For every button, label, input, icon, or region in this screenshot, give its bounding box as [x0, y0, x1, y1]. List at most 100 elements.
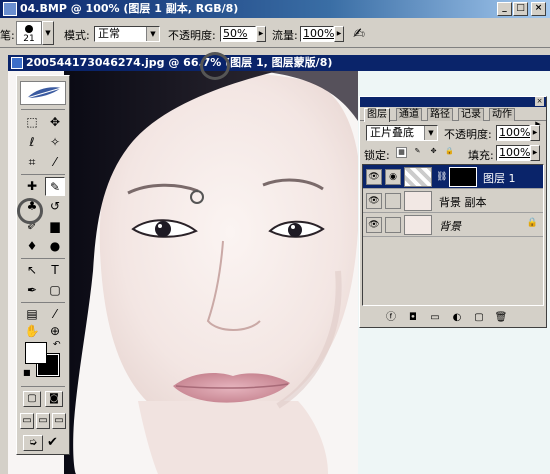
palette-bottom-bar: ⓕ ◘ ▭ ◐ ▢ 🗑 — [362, 310, 544, 326]
tab-paths[interactable]: 路径 — [427, 108, 453, 121]
close-button[interactable]: × — [531, 2, 546, 16]
eye-icon[interactable]: 👁 — [366, 193, 382, 209]
zoom-tool-icon[interactable]: ⊕ — [45, 322, 65, 341]
screen-mode-menubar-icon[interactable]: ▭ — [36, 413, 50, 429]
layers-list: 👁 ◉ ⛓ 图层 1 👁 背景 副本 👁 背景 🔒 — [362, 164, 544, 306]
flow-label: 流量: — [272, 29, 298, 42]
options-bar: 笔: 21 ▼ 模式: 正常 ▼ 不透明度: 50% ▶ 流量: 100% ▶ … — [0, 18, 550, 48]
minimize-button[interactable]: _ — [497, 2, 512, 16]
tab-channels[interactable]: 通道 — [396, 108, 422, 121]
swap-colors-icon[interactable]: ↶ — [53, 340, 61, 350]
chevron-down-icon: ▼ — [146, 27, 159, 41]
tab-history[interactable]: 记录 — [458, 108, 484, 121]
layer-mask-edit-icon[interactable]: ◉ — [385, 169, 401, 185]
healing-brush-tool-icon[interactable]: ✚ — [22, 177, 42, 196]
type-tool-icon[interactable]: T — [45, 261, 65, 280]
airbrush-icon[interactable]: ✍ — [350, 25, 368, 43]
screen-mode-standard-icon[interactable]: ▭ — [20, 413, 34, 429]
toolbox: ⬚ ✥ ℓ ✧ ⌗ ⁄ ✚ ✎ ♣ ↺ ✐ ▆ ♦ ● ↖ T ✒ ▢ ▤ ⁄ … — [16, 75, 70, 455]
highlight-circle — [17, 198, 43, 224]
layer-mask-thumbnail[interactable] — [449, 167, 477, 187]
add-mask-icon[interactable]: ◘ — [406, 311, 420, 325]
layer-row[interactable]: 👁 背景 🔒 — [363, 213, 543, 237]
window-title-bar[interactable]: 04.BMP @ 100% (图层 1 副本, RGB/8) _ □ × — [0, 0, 550, 18]
palette-close-icon[interactable]: × — [535, 97, 544, 106]
layer-link-slot[interactable] — [385, 217, 401, 233]
jump-to-imageready-icon[interactable]: ➭ — [23, 435, 43, 451]
eye-icon[interactable]: 👁 — [366, 169, 382, 185]
tab-actions[interactable]: 动作 — [489, 108, 515, 121]
brush-size: 21 — [23, 34, 35, 44]
layer-thumbnail — [404, 167, 432, 187]
feather-logo-icon[interactable] — [20, 81, 66, 105]
layer-row[interactable]: 👁 背景 副本 — [363, 189, 543, 213]
link-icon[interactable]: ⛓ — [436, 171, 447, 183]
rect-marquee-tool-icon[interactable]: ⬚ — [22, 113, 42, 132]
brush-dropdown-arrow[interactable]: ▼ — [42, 21, 54, 45]
toolbox-divider — [21, 109, 65, 110]
opacity-field[interactable]: 50% — [220, 26, 256, 42]
history-brush-tool-icon[interactable]: ↺ — [45, 197, 65, 216]
lock-all-icon[interactable]: 🔒 — [444, 147, 455, 158]
mode-select[interactable]: 正常 ▼ — [94, 26, 160, 42]
palette-title-bar[interactable]: × — [360, 97, 546, 107]
trash-icon[interactable]: 🗑 — [494, 311, 508, 325]
brush-tip-icon — [25, 25, 33, 33]
tab-layers[interactable]: 图层 — [364, 108, 390, 122]
layer-link-slot[interactable] — [385, 193, 401, 209]
layer-style-icon[interactable]: ⓕ — [384, 311, 398, 325]
default-colors-icon[interactable]: ■ — [23, 368, 31, 377]
flow-slider-arrow[interactable]: ▶ — [334, 26, 344, 42]
adjustment-layer-icon[interactable]: ◐ — [450, 311, 464, 325]
magic-wand-tool-icon[interactable]: ✧ — [45, 133, 65, 152]
slice-tool-icon[interactable]: ⁄ — [45, 153, 65, 172]
hand-tool-icon[interactable]: ✋ — [22, 322, 42, 341]
layer-thumbnail — [404, 215, 432, 235]
layer-opacity-field[interactable]: 100% — [496, 125, 530, 141]
blur-tool-icon[interactable]: ♦ — [22, 237, 42, 256]
new-set-icon[interactable]: ▭ — [428, 311, 442, 325]
chevron-down-icon: ▼ — [424, 126, 437, 140]
layers-palette: × 图层 通道 路径 记录 动作 ▶ 正片叠底 ▼ 不透明度: 100% ▶ 锁… — [359, 96, 547, 328]
blend-mode-value: 正片叠底 — [370, 126, 414, 139]
lock-icon: 🔒 — [526, 218, 538, 228]
screen-mode-full-icon[interactable]: ▭ — [52, 413, 66, 429]
document-title-bar[interactable]: 200544173046274.jpg @ 66.7% (图层 1, 图层蒙版/… — [8, 55, 550, 71]
layer-thumbnail — [404, 191, 432, 211]
shape-tool-icon[interactable]: ▢ — [45, 281, 65, 300]
pen-tool-icon[interactable]: ✒ — [22, 281, 42, 300]
foreground-color-swatch[interactable] — [25, 342, 47, 364]
window-title: 04.BMP @ 100% (图层 1 副本, RGB/8) — [20, 2, 239, 15]
lock-image-icon[interactable]: ✎ — [412, 147, 423, 158]
lasso-tool-icon[interactable]: ℓ — [22, 133, 42, 152]
opacity-slider-arrow[interactable]: ▶ — [256, 26, 266, 42]
checkmark-icon[interactable]: ✔ — [47, 435, 58, 450]
layer-name: 背景 副本 — [439, 196, 487, 209]
brush-preset-picker[interactable]: 21 — [16, 21, 42, 45]
mode-label: 模式: — [64, 29, 90, 42]
fill-field[interactable]: 100% — [496, 145, 530, 161]
crop-tool-icon[interactable]: ⌗ — [22, 153, 42, 172]
brush-cursor-circle — [190, 190, 204, 204]
layer-opacity-arrow[interactable]: ▶ — [530, 125, 540, 141]
quick-mask-button[interactable]: ◙ — [45, 391, 63, 407]
layer-row[interactable]: 👁 ◉ ⛓ 图层 1 — [363, 165, 543, 189]
move-tool-icon[interactable]: ✥ — [45, 113, 65, 132]
dodge-tool-icon[interactable]: ● — [45, 237, 65, 256]
highlight-circle — [200, 52, 230, 80]
fill-label: 填充: — [468, 149, 494, 162]
standard-mode-button[interactable]: ▢ — [23, 391, 41, 407]
brush-tool-icon[interactable]: ✎ — [45, 177, 65, 196]
palette-tabs: 图层 通道 路径 记录 动作 ▶ — [360, 107, 546, 128]
toolbox-divider — [21, 386, 65, 387]
fill-arrow[interactable]: ▶ — [530, 145, 540, 161]
lock-position-icon[interactable]: ✥ — [428, 147, 439, 158]
blend-mode-select[interactable]: 正片叠底 ▼ — [366, 125, 438, 141]
path-select-tool-icon[interactable]: ↖ — [22, 261, 42, 280]
restore-button[interactable]: □ — [513, 2, 528, 16]
gradient-tool-icon[interactable]: ▆ — [45, 217, 65, 236]
eye-icon[interactable]: 👁 — [366, 217, 382, 233]
new-layer-icon[interactable]: ▢ — [472, 311, 486, 325]
flow-field[interactable]: 100% — [300, 26, 334, 42]
lock-transparency-icon[interactable]: ▦ — [396, 147, 407, 158]
